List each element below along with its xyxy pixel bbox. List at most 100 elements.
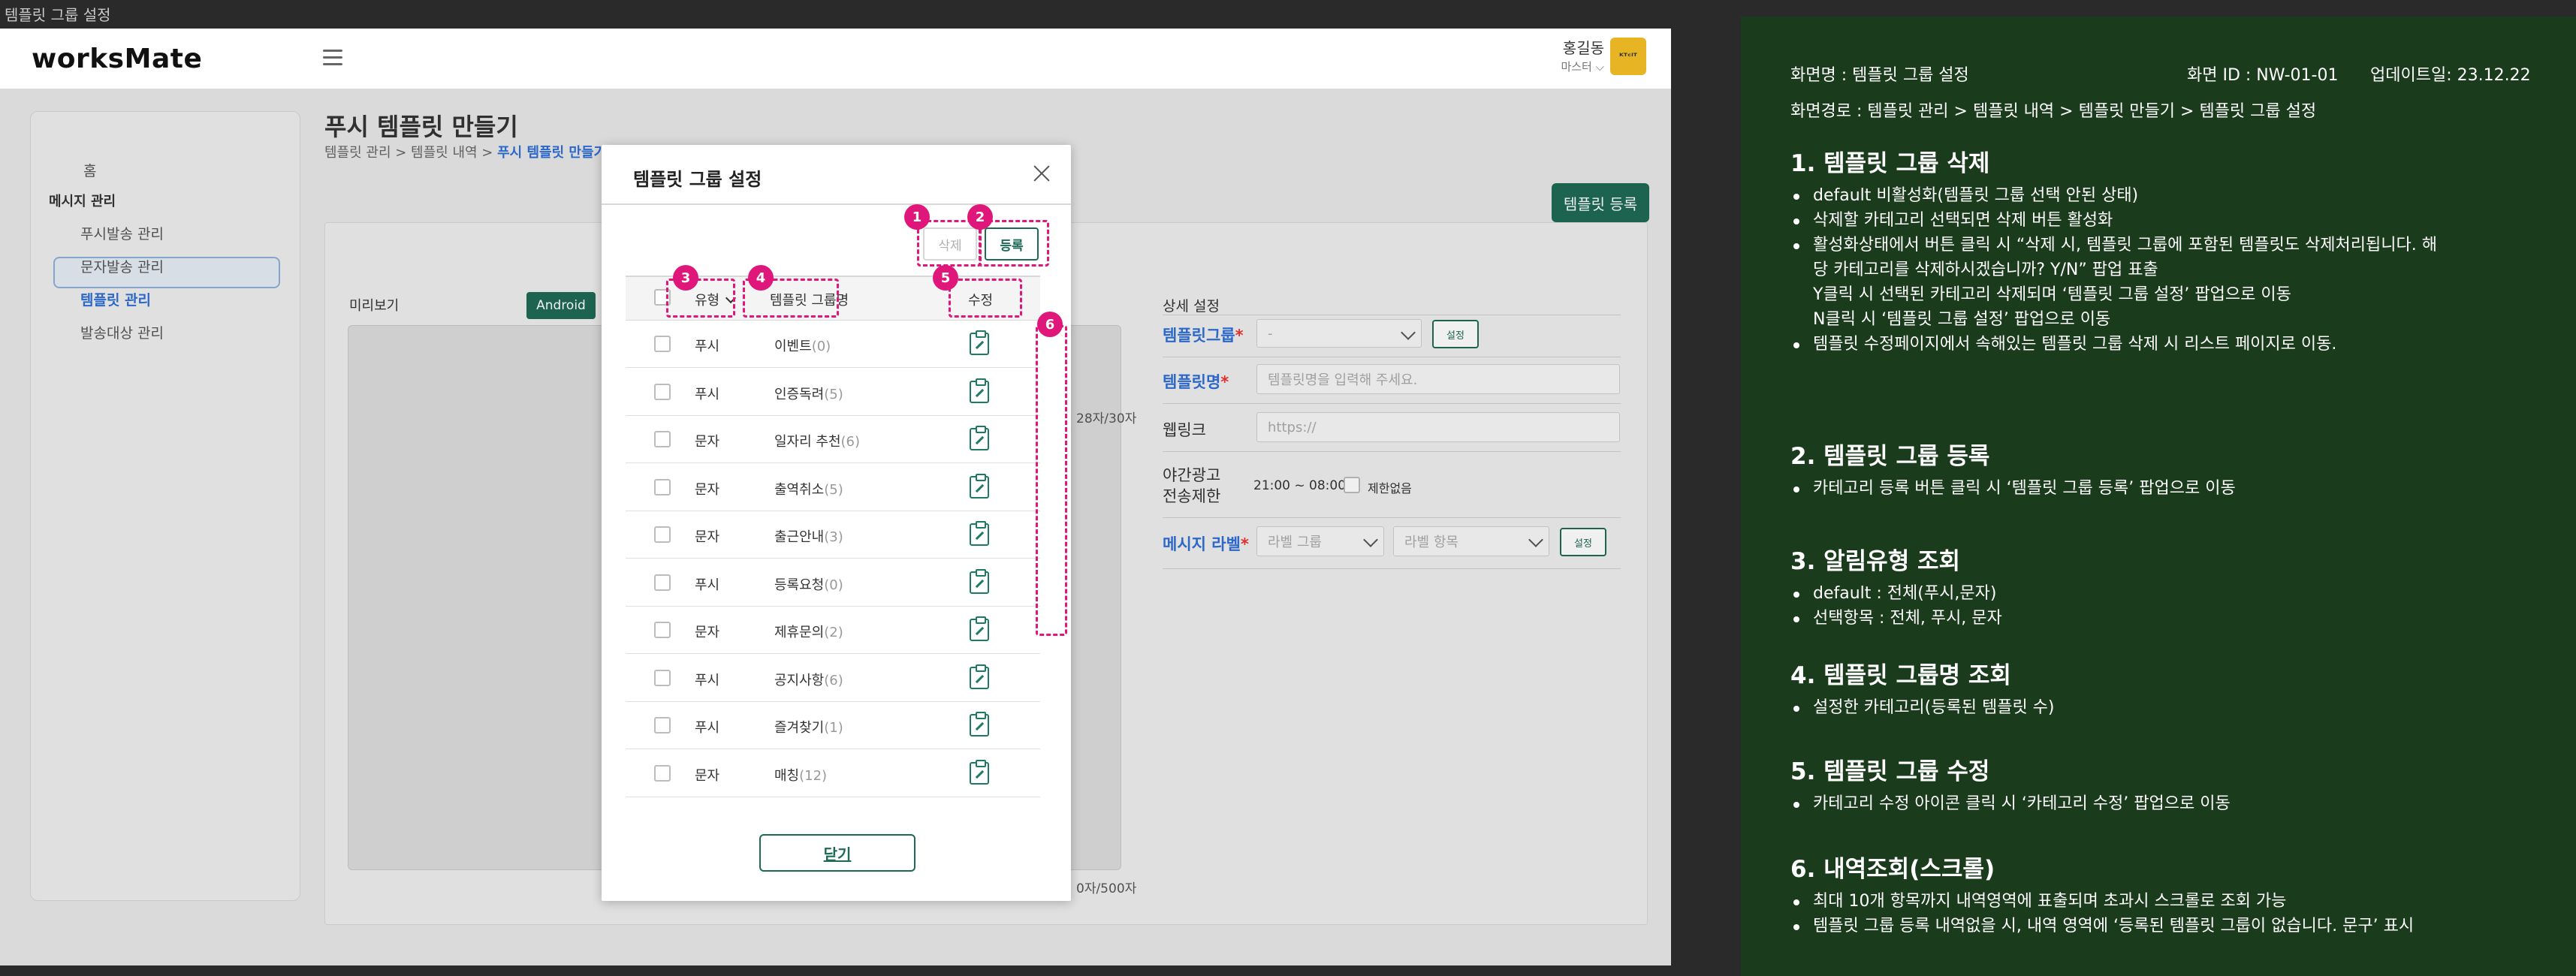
row-group-name: 출역취소(5) — [774, 481, 843, 498]
spec-heading: 3. 알림유형 조회 — [1790, 548, 1961, 575]
annotation-badge-6: 6 — [1037, 312, 1063, 337]
row-group-name: 공지사항(6) — [774, 672, 843, 688]
edit-icon[interactable] — [970, 759, 989, 785]
row-type: 푸시 — [695, 339, 720, 354]
row-type: 푸시 — [695, 577, 720, 593]
spec-path: 화면경로 : 템플릿 관리 > 템플릿 내역 > 템플릿 만들기 > 템플릿 그… — [1790, 102, 2317, 121]
row-checkbox[interactable] — [654, 764, 671, 782]
row-count: (6) — [824, 672, 843, 688]
user-name[interactable]: 홍길동 — [1547, 36, 1604, 58]
row-count: (6) — [840, 434, 861, 450]
table-row[interactable]: 푸시 등록요청(0) — [626, 559, 1040, 607]
edit-icon[interactable] — [970, 473, 989, 499]
annotation-badge-5: 5 — [933, 265, 958, 291]
table-row[interactable]: 문자 일자리 추천(6) — [626, 416, 1040, 463]
edit-icon[interactable] — [970, 330, 989, 355]
edit-icon[interactable] — [970, 521, 989, 546]
edit-icon[interactable] — [970, 616, 989, 641]
row-group-name: 일자리 추천(6) — [774, 434, 861, 450]
edit-icon[interactable] — [970, 712, 989, 737]
row-type: 문자 — [695, 767, 720, 784]
edit-icon[interactable] — [970, 568, 989, 594]
spec-list: 카테고리 등록 버튼 클릭 시 ‘템플릿 그룹 등록’ 팝업으로 이동 — [1790, 476, 2236, 501]
spec-line: 템플릿 수정페이지에서 속해있는 템플릿 그룹 삭제 시 리스트 페이지로 이동… — [1790, 332, 2437, 357]
table-row[interactable]: 푸시 인증독려(5) — [626, 369, 1040, 416]
row-checkbox[interactable] — [654, 717, 671, 734]
table-row[interactable]: 푸시 즐겨찾기(1) — [626, 702, 1040, 749]
spec-list: default : 전체(푸시,문자) 선택항목 : 전체, 푸시, 문자 — [1790, 581, 2002, 631]
annotation-badge-1: 1 — [904, 204, 930, 230]
annotation-badge-4: 4 — [748, 265, 774, 291]
spec-line: 카테고리 등록 버튼 클릭 시 ‘템플릿 그룹 등록’ 팝업으로 이동 — [1790, 476, 2236, 501]
close-icon[interactable] — [1031, 163, 1052, 184]
row-checkbox[interactable] — [654, 622, 671, 638]
spec-list: 최대 10개 항목까지 내역영역에 표출되며 초과시 스크롤로 조회 가능 템플릿… — [1790, 889, 2414, 938]
spec-line: 활성화상태에서 버튼 클릭 시 “삭제 시, 템플릿 그룹에 포함된 템플릿도 … — [1790, 233, 2437, 258]
spec-list: 설정한 카테고리(등록된 템플릿 수) — [1790, 695, 2055, 720]
spec-line: Y클릭 시 선택된 카테고리 삭제되며 ‘템플릿 그룹 설정’ 팝업으로 이동 — [1813, 285, 2291, 304]
row-group-name: 인증독려(5) — [774, 386, 843, 402]
app-logo[interactable]: worksMate — [32, 44, 202, 74]
row-type: 푸시 — [695, 386, 720, 402]
spec-updated: 업데이트일: 23.12.22 — [2370, 66, 2531, 85]
spec-heading: 5. 템플릿 그룹 수정 — [1790, 758, 1990, 785]
row-checkbox[interactable] — [654, 478, 671, 496]
row-type: 문자 — [695, 481, 720, 498]
app-frame: worksMate 홍길동 마스터 ⌵ ᴷᵀᶜᴵᵀ 홈 메시지 관리 푸시발송 … — [0, 29, 1671, 965]
row-count: (1) — [824, 720, 843, 736]
spec-line: 설정한 카테고리(등록된 템플릿 수) — [1790, 695, 2055, 720]
spec-heading: 1. 템플릿 그룹 삭제 — [1790, 150, 1990, 177]
row-checkbox[interactable] — [654, 383, 671, 400]
table-row[interactable]: 문자 제휴문의(2) — [626, 607, 1040, 654]
annotation-box-6 — [1036, 325, 1067, 636]
avatar[interactable]: ᴷᵀᶜᴵᵀ — [1610, 38, 1646, 75]
user-role-dropdown[interactable]: 마스터 ⌵ — [1547, 59, 1604, 74]
row-checkbox[interactable] — [654, 669, 671, 686]
spec-screen-id: 화면 ID : NW-01-01 — [2187, 66, 2339, 85]
row-checkbox[interactable] — [654, 431, 671, 447]
row-group-name: 매칭(12) — [774, 767, 828, 784]
top-bar: worksMate 홍길동 마스터 ⌵ ᴷᵀᶜᴵᵀ — [0, 29, 1671, 89]
close-button[interactable]: 닫기 — [759, 834, 915, 872]
edit-icon[interactable] — [970, 426, 989, 450]
row-checkbox[interactable] — [654, 574, 671, 591]
row-count: (5) — [824, 481, 843, 498]
annotation-badge-3: 3 — [673, 265, 698, 291]
table-row[interactable]: 푸시 공지사항(6) — [626, 655, 1040, 702]
window-title: 템플릿 그룹 설정 — [5, 6, 111, 24]
menu-icon[interactable] — [323, 50, 342, 66]
row-type: 푸시 — [695, 720, 720, 736]
table-row[interactable]: 문자 출근안내(3) — [626, 511, 1040, 559]
spec-heading: 6. 내역조회(스크롤) — [1790, 856, 1995, 883]
spec-screen-name: 화면명 : 템플릿 그룹 설정 — [1790, 66, 1969, 85]
annotation-box-2 — [979, 220, 1049, 267]
annotation-box-5 — [949, 279, 1022, 318]
edit-icon[interactable] — [970, 378, 989, 403]
spec-panel: 화면명 : 템플릿 그룹 설정 화면 ID : NW-01-01 업데이트일: … — [1741, 17, 2576, 976]
spec-line: default : 전체(푸시,문자) — [1790, 581, 2002, 606]
row-count: (0) — [811, 339, 831, 354]
row-checkbox[interactable] — [654, 526, 671, 543]
row-count: (3) — [824, 529, 843, 545]
spec-line: 당 카테고리를 삭제하시겠습니까? Y/N” 팝업 표출 — [1813, 261, 2158, 279]
row-group-name: 이벤트(0) — [774, 339, 831, 354]
spec-heading: 2. 템플릿 그룹 등록 — [1790, 443, 1990, 470]
spec-line: default 비활성화(템플릿 그룹 선택 안된 상태) — [1790, 183, 2437, 208]
spec-line: N클릭 시 ‘템플릿 그룹 설정’ 팝업으로 이동 — [1813, 310, 2111, 329]
row-group-name: 출근안내(3) — [774, 529, 843, 545]
row-group-name: 즐겨찾기(1) — [774, 720, 843, 736]
row-type: 문자 — [695, 434, 720, 450]
spec-heading: 4. 템플릿 그룹명 조회 — [1790, 662, 2011, 689]
row-group-name: 등록요청(0) — [774, 577, 843, 593]
table-row[interactable]: 푸시 이벤트(0) — [626, 321, 1040, 368]
template-group-modal: 템플릿 그룹 설정 삭제 등록 유형 템플릿 그룹명 수정 푸시 이벤트(0) 푸시… — [602, 145, 1071, 901]
spec-line: 선택항목 : 전체, 푸시, 문자 — [1790, 606, 2002, 631]
row-count: (5) — [824, 386, 843, 402]
spec-line: 카테고리 수정 아이콘 클릭 시 ‘카테고리 수정’ 팝업으로 이동 — [1790, 791, 2231, 816]
table-row[interactable]: 문자 출역취소(5) — [626, 464, 1040, 511]
row-checkbox[interactable] — [654, 336, 671, 352]
edit-icon[interactable] — [970, 664, 989, 689]
table-row[interactable]: 문자 매칭(12) — [626, 750, 1040, 797]
row-type: 문자 — [695, 625, 720, 640]
spec-list: default 비활성화(템플릿 그룹 선택 안된 상태) 삭제할 카테고리 선택… — [1790, 183, 2437, 357]
